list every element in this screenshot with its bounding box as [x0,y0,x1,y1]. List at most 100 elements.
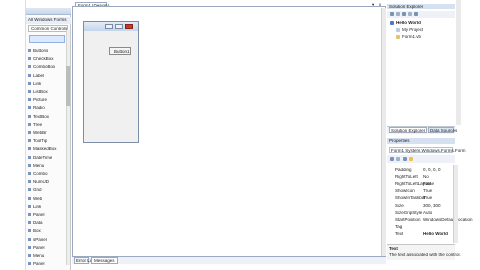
property-row[interactable]: SizeGripStyle Auto [387,210,453,216]
toolbox-item-label: Data [33,221,43,226]
toolbox-item[interactable]: WebBr [28,130,65,136]
property-value[interactable]: Auto [423,211,432,216]
toolbox-item[interactable]: ToolTip [28,138,65,144]
property-value[interactable]: True [423,189,432,194]
toolbox-group-header[interactable]: All Windows Forms [26,17,71,24]
toolbox-item[interactable]: Grid [28,187,65,193]
toolbox-item-label: ComboBox [33,65,56,70]
toolbox-selected-item[interactable] [29,35,65,43]
toolbox-item-icon [28,139,31,143]
toolbox-item[interactable]: Panel [28,245,65,251]
toolbox-item[interactable]: Combo [28,171,65,177]
toolbox-header[interactable] [26,8,71,15]
properties-description-title: Text [389,247,398,251]
property-value[interactable]: 0, 0, 0, 0 [423,168,441,173]
property-row[interactable]: StartPosition WindowsDefaultLocation [387,217,473,223]
tab-error-list[interactable]: Error List [74,257,94,264]
property-value[interactable]: WindowsDefaultLocation [423,218,473,223]
form-title-bar[interactable] [84,22,138,31]
form-minimize-button[interactable] [105,24,113,29]
toolbox-item-label: Radio [33,106,45,111]
tree-item-solution-label: Hello World [396,21,421,25]
property-row[interactable]: RightToLeft No [387,174,453,180]
tab-data-sources-label: Data Sources [430,128,458,133]
left-activity-strip [0,0,26,270]
toolbox-item[interactable]: NumUD [28,179,65,185]
property-value[interactable]: True [423,196,432,201]
view-designer-icon[interactable] [414,12,418,16]
toolbox-item[interactable]: DateTime [28,155,65,161]
property-row[interactable]: RightToLeftLayout False [387,181,453,187]
toolbox-item[interactable]: CheckBox [28,56,65,62]
properties-title-bar[interactable]: Properties [387,138,455,144]
toolbox-item-label: Combo [33,172,48,176]
toolbox-selected-group[interactable]: Common Controls [28,25,68,32]
toolbox-item[interactable]: Tree [28,122,65,128]
toolbox-scroll-thumb[interactable] [66,66,70,106]
view-code-icon[interactable] [408,12,412,16]
property-name: Padding [395,167,412,172]
properties-toolbar [387,155,455,163]
form-maximize-button[interactable] [115,24,123,29]
form-close-button[interactable] [125,24,133,29]
toolbox-item[interactable]: Data [28,220,65,226]
property-name: ShowIcon [395,189,415,194]
toolbox-item-icon [28,73,31,77]
solution-explorer-title-bar[interactable]: Solution Explorer [387,4,455,9]
property-name: StartPosition [395,217,421,222]
toolbox-item[interactable]: Link [28,81,65,87]
property-row[interactable]: Text Hello World [387,232,453,238]
toolbox-item[interactable]: ListBox [28,89,65,95]
toolbox-item[interactable]: Panel [28,212,65,218]
toolbox-item-label: Menu [33,254,45,258]
toolbox-item-label: Tree [33,122,43,127]
toolbox-item-label: WebBr [33,131,47,135]
property-value[interactable]: 300, 300 [423,204,441,209]
property-value[interactable]: False [423,182,434,187]
toolbox-item[interactable]: Radio [28,105,65,111]
property-row[interactable]: ShowInTaskbar True [387,196,453,202]
tab-solution-explorer[interactable]: Solution Explorer [389,127,427,133]
toolbox-item[interactable]: Label [28,73,65,79]
toolbox-item-icon [28,81,31,85]
right-tool-panels: Solution Explorer Hello World My Project… [387,0,480,270]
show-all-files-icon[interactable] [396,12,400,16]
toolbox-item-icon [28,57,31,61]
toolbox-item-icon [28,172,31,175]
property-row[interactable]: Size 300, 300 [387,203,453,209]
solution-explorer-scrollbar[interactable] [456,0,461,125]
toolbox-item[interactable]: Panel [28,261,65,267]
properties-object-select[interactable]: Form1 System.Windows.Forms.Form [389,147,466,153]
properties-icon[interactable] [390,12,394,16]
property-row[interactable]: Padding 0, 0, 0, 0 [387,167,453,173]
tab-messages[interactable]: Messages [91,257,118,264]
toolbox-item[interactable]: Picture [28,97,65,103]
property-name: Size [395,203,404,208]
property-row[interactable]: ShowIcon True [387,189,453,195]
toolbox-item[interactable]: Link [28,204,65,210]
toolbox-item[interactable]: Menu [28,163,65,169]
property-row[interactable]: Tag [387,225,453,231]
toolbox-item[interactable]: Menu [28,253,65,259]
toolbox-item[interactable]: Buttons [28,48,65,54]
toolbox-item[interactable]: TextBox [28,114,65,120]
designer-form[interactable]: Button1 [83,21,139,143]
categorized-icon[interactable] [390,157,394,161]
designer-scrollbar[interactable] [381,8,386,256]
tab-data-sources[interactable]: Data Sources [428,127,458,133]
property-value[interactable]: No [423,175,429,180]
toolbox-item[interactable]: sPanel [28,237,65,243]
toolbox-item[interactable]: ComboBox [28,64,65,70]
properties-scrollbar[interactable] [453,165,458,243]
toolbox-item[interactable]: MaskedBox [28,146,65,152]
properties-object-label: Form1 System.Windows.Forms.Form [391,148,466,153]
events-icon[interactable] [409,157,413,161]
toolbox-item[interactable]: Web [28,196,65,202]
toolbox-item[interactable]: Box [28,228,65,234]
toolbox-selected-group-label: Common Controls [31,27,68,31]
form-button1[interactable]: Button1 [109,47,131,55]
properties-view-icon[interactable] [403,157,407,161]
property-value[interactable]: Hello World [423,232,448,237]
alphabetical-icon[interactable] [396,157,400,161]
refresh-icon[interactable] [402,12,406,16]
